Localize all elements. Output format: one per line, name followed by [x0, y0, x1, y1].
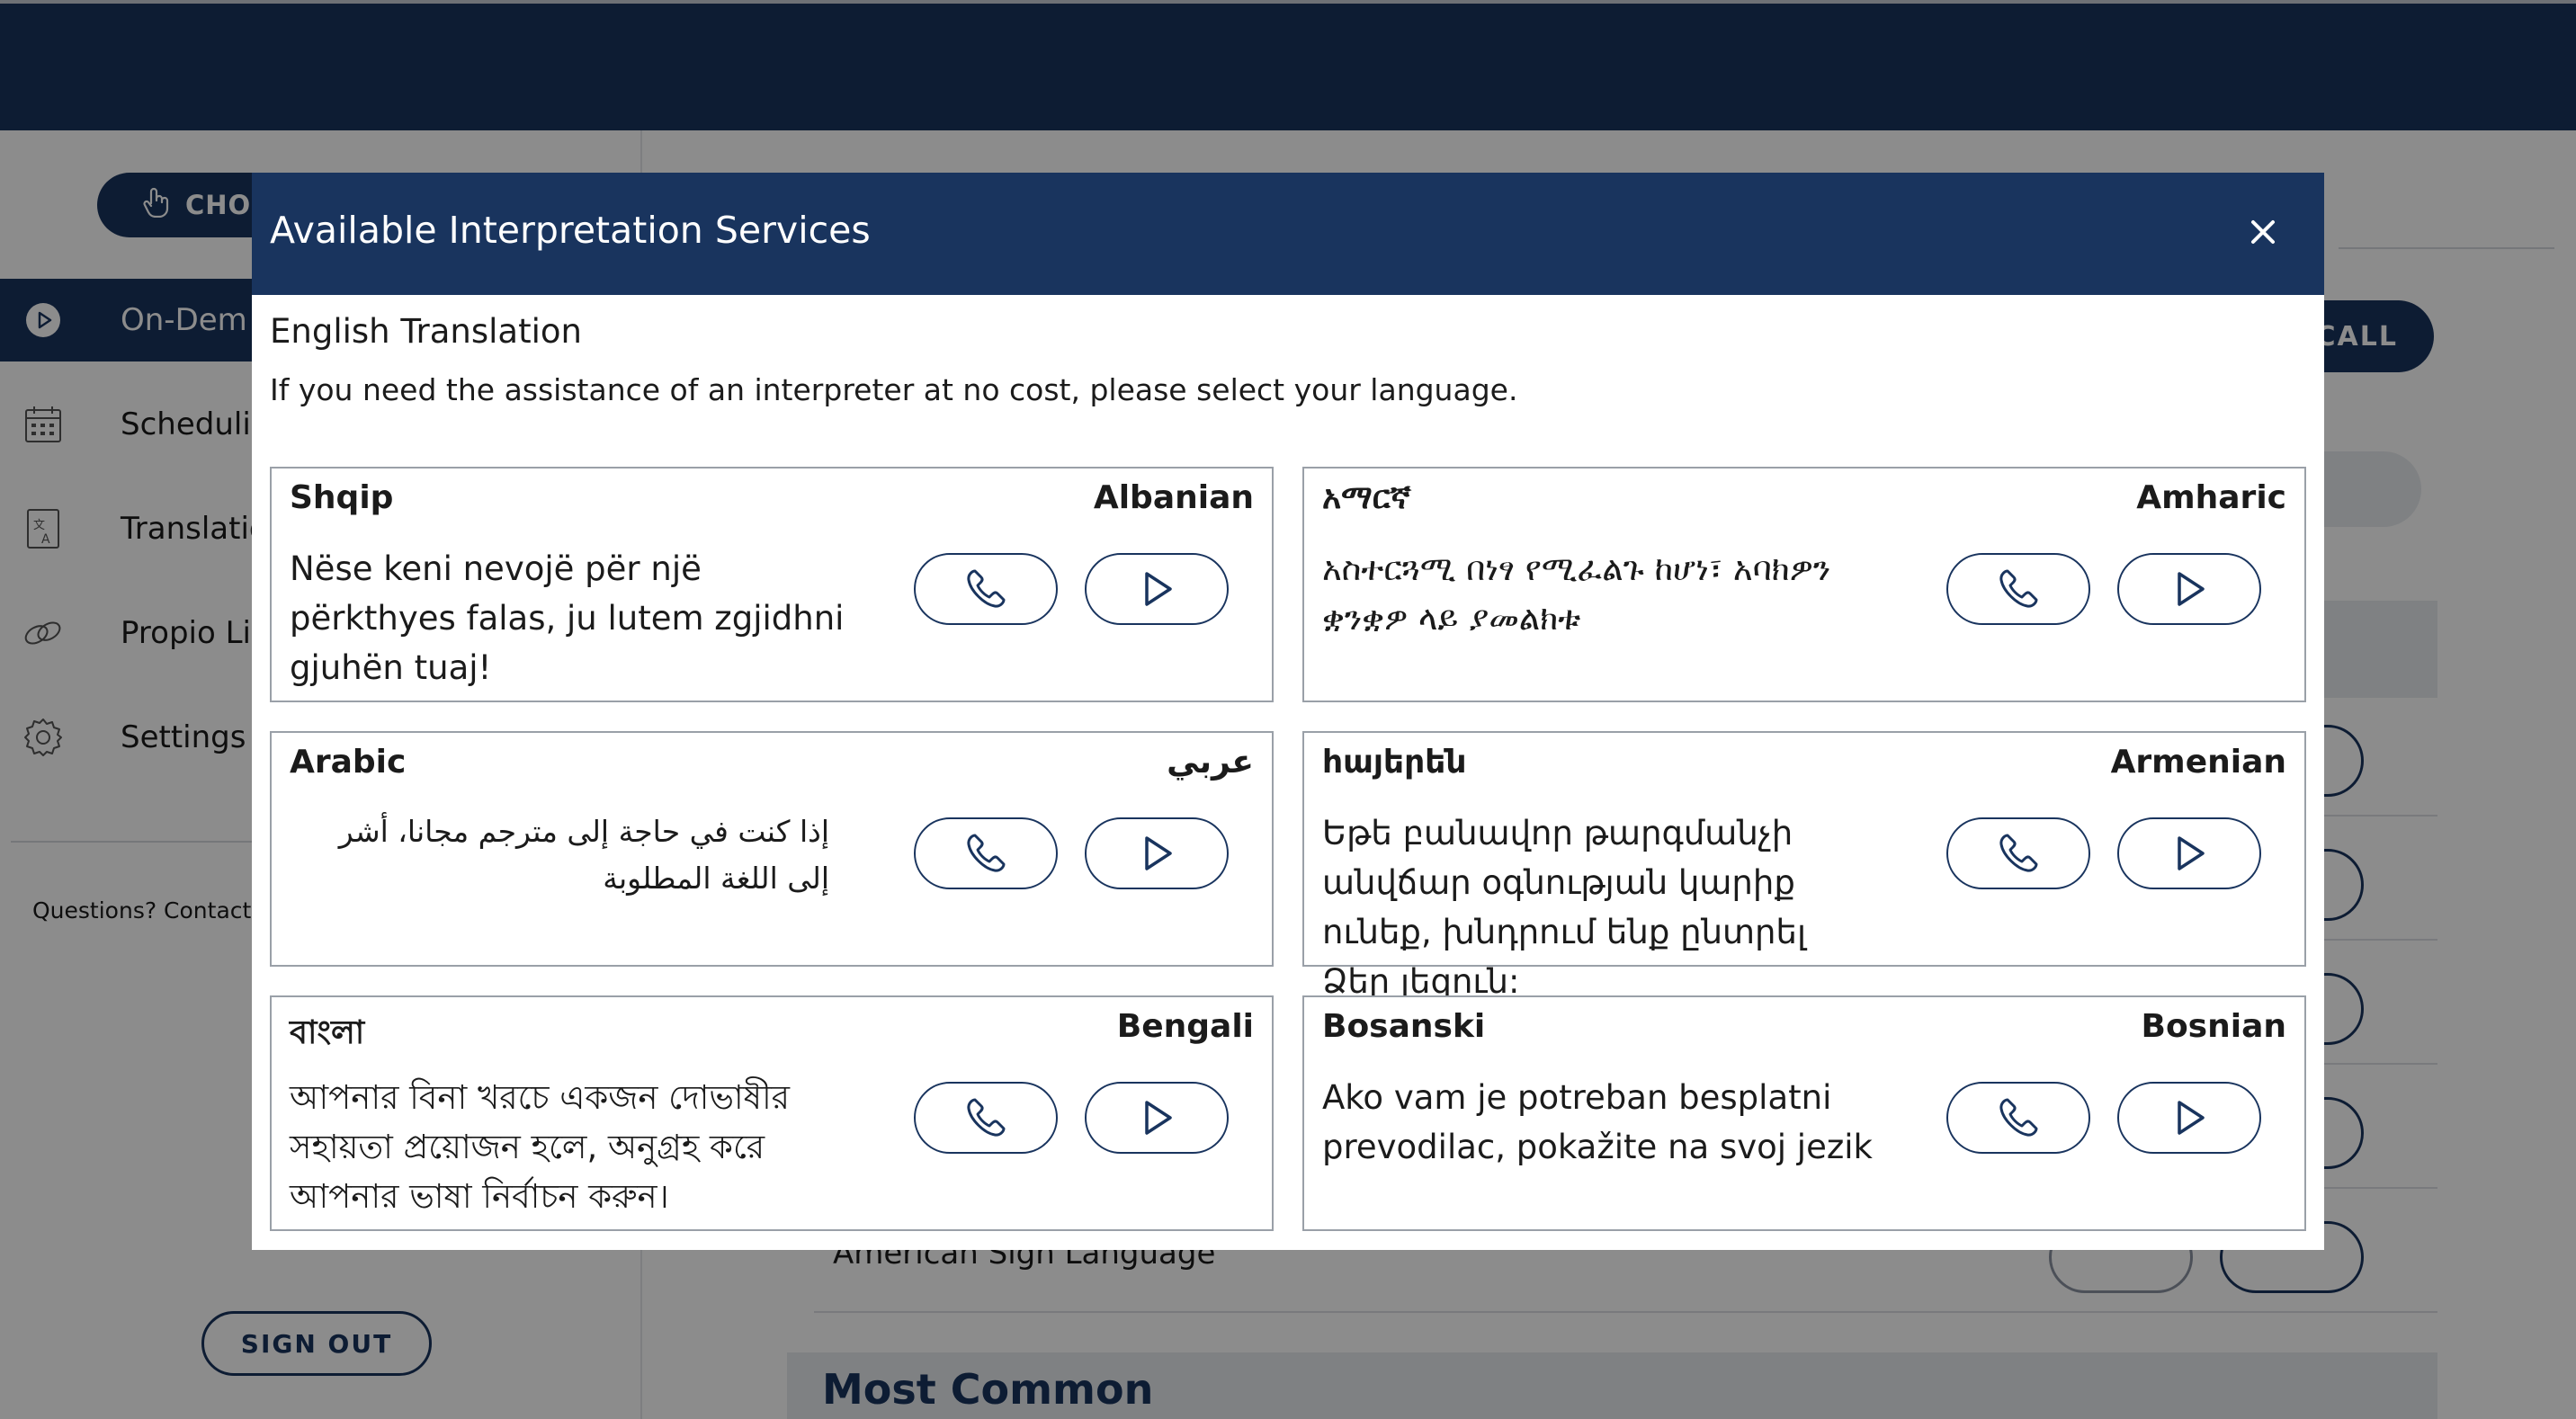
language-card-bengali: বাংলা Bengali আপনার বিনা খরচে একজন দোভাষ… [270, 995, 1274, 1231]
call-armenian-button[interactable] [1946, 817, 2090, 889]
play-icon [2178, 1101, 2205, 1135]
language-native-name: հայերեն [1322, 744, 1467, 781]
play-icon [2178, 572, 2205, 606]
play-bosnian-button[interactable] [2117, 1082, 2261, 1154]
modal-title: Available Interpretation Services [270, 209, 871, 252]
phone-icon [967, 569, 1006, 608]
phone-icon [1999, 569, 2038, 608]
language-message: إذا كنت في حاجة إلى مترجم مجانا، أشر إلى… [338, 814, 829, 896]
phone-icon [967, 1098, 1006, 1137]
play-icon [1145, 572, 1172, 606]
play-icon [2178, 836, 2205, 870]
phone-icon [967, 834, 1006, 872]
language-native-name: Arabic [290, 744, 407, 781]
modal-instruction: If you need the assistance of an interpr… [270, 372, 1518, 407]
language-native-name: Bosanski [1322, 1008, 1486, 1045]
language-english-name: Bengali [1116, 1008, 1254, 1045]
play-albanian-button[interactable] [1085, 553, 1229, 625]
close-button[interactable] [2234, 205, 2292, 263]
language-english-name: Bosnian [2141, 1008, 2287, 1045]
language-card-bosnian: Bosanski Bosnian Ako vam je potreban bes… [1302, 995, 2306, 1231]
language-message: Ako vam je potreban besplatni prevodilac… [1322, 1078, 1873, 1166]
close-icon [2250, 219, 2276, 249]
call-arabic-button[interactable] [914, 817, 1058, 889]
language-english-name: عربي [1167, 744, 1254, 781]
language-card-armenian: հայերեն Armenian Եթե բանավոր թարգմանչի ա… [1302, 731, 2306, 1001]
call-amharic-button[interactable] [1946, 553, 2090, 625]
phone-icon [1999, 1098, 2038, 1137]
play-amharic-button[interactable] [2117, 553, 2261, 625]
language-native-name: አማርኛ [1322, 479, 1411, 516]
language-native-name: Shqip [290, 479, 394, 516]
language-message: Եթե բանավոր թարգմանչի անվճար օգնության կ… [1322, 814, 1806, 1001]
language-card-amharic: አማርኛ Amharic አስተርጓሚ በነፃ የሚፈልጉ ከሆነ፣ አባክዎን… [1302, 467, 2306, 702]
play-icon [1145, 836, 1172, 870]
modal-subtitle: English Translation [270, 312, 582, 351]
call-bengali-button[interactable] [914, 1082, 1058, 1154]
language-message: আপনার বিনা খরচে একজন দোভাষীর সহায়তা প্র… [290, 1078, 791, 1216]
language-english-name: Amharic [2136, 479, 2286, 516]
language-card-arabic: Arabic عربي إذا كنت في حاجة إلى مترجم مج… [270, 731, 1274, 967]
phone-icon [1999, 834, 2038, 872]
play-bengali-button[interactable] [1085, 1082, 1229, 1154]
language-english-name: Albanian [1093, 479, 1254, 516]
play-armenian-button[interactable] [2117, 817, 2261, 889]
interpretation-services-modal: Available Interpretation Services Englis… [252, 173, 2324, 1250]
play-icon [1145, 1101, 1172, 1135]
call-albanian-button[interactable] [914, 553, 1058, 625]
language-english-name: Armenian [2110, 744, 2286, 781]
language-message: Nëse keni nevojë për një përkthyes falas… [290, 549, 845, 687]
play-arabic-button[interactable] [1085, 817, 1229, 889]
call-bosnian-button[interactable] [1946, 1082, 2090, 1154]
language-card-albanian: Shqip Albanian Nëse keni nevojë për një … [270, 467, 1274, 702]
language-message: አስተርጓሚ በነፃ የሚፈልጉ ከሆነ፣ አባክዎን ቋንቋዎ ላይ ያመልክ… [1322, 549, 1831, 638]
language-native-name: বাংলা [290, 1014, 365, 1051]
modal-header: Available Interpretation Services [252, 173, 2324, 295]
